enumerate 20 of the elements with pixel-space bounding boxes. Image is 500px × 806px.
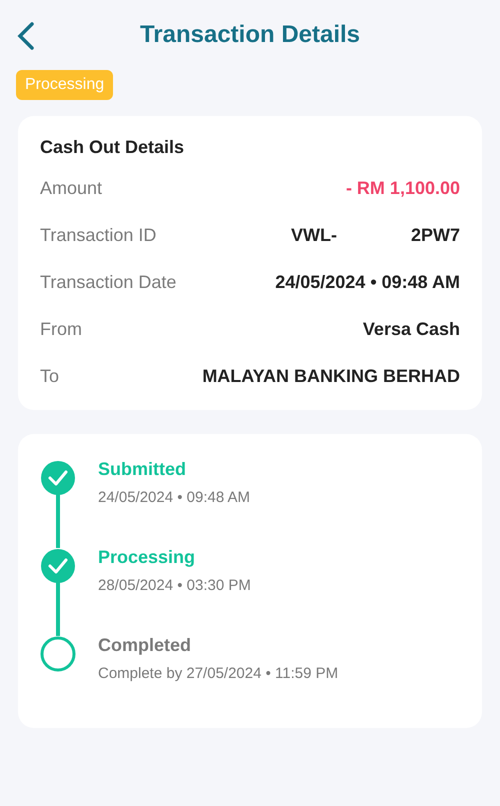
detail-value: 24/05/2024 • 09:48 AM xyxy=(275,271,460,294)
detail-label: From xyxy=(40,318,82,341)
step-time: 28/05/2024 • 03:30 PM xyxy=(98,576,251,596)
detail-label: Amount xyxy=(40,177,102,200)
detail-label: To xyxy=(40,365,60,388)
detail-value: VWL- xyxy=(290,224,337,247)
detail-value: - RM 1,100.00 xyxy=(346,177,460,200)
detail-label: Transaction Date xyxy=(40,271,176,294)
detail-value: 2PW7 xyxy=(410,224,460,247)
step-time: 24/05/2024 • 09:48 AM xyxy=(98,488,250,508)
step-title: Submitted xyxy=(98,458,187,481)
status-badge: Processing xyxy=(16,70,114,100)
step-title: Completed xyxy=(98,634,192,657)
detail-value: MALAYAN BANKING BERHAD xyxy=(202,365,460,388)
card-title: Cash Out Details xyxy=(40,136,186,159)
step-time: Complete by 27/05/2024 • 11:59 PM xyxy=(98,664,338,684)
detail-value: Versa Cash xyxy=(362,318,460,341)
page-title: Transaction Details xyxy=(140,20,360,50)
detail-label: Transaction ID xyxy=(40,224,156,247)
step-title: Processing xyxy=(98,546,196,569)
